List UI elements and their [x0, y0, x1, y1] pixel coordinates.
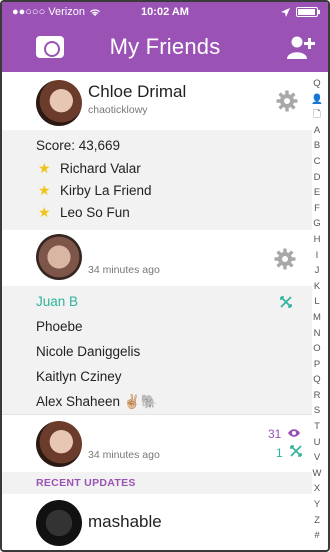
section-label: RECENT UPDATES [36, 477, 136, 489]
gear-icon[interactable] [274, 248, 296, 270]
index-letter[interactable]: X [314, 481, 320, 497]
index-letter[interactable]: Y [314, 497, 320, 513]
friend-name: Kaitlyn Cziney [36, 369, 122, 384]
index-letter[interactable]: 👤 [311, 92, 323, 108]
friend-row-juan[interactable]: Juan B [36, 294, 78, 309]
index-letter[interactable]: P [314, 357, 320, 373]
index-letter[interactable]: F [314, 201, 320, 217]
alphabet-index[interactable]: Q 👤 🗋 A B C D E F G H I J K L M N O P Q R S T U V W X Y Z # [310, 76, 324, 546]
story-stats-card[interactable]: 34 minutes ago 31 1 [2, 414, 312, 472]
screenshot-arrows-icon [280, 296, 292, 308]
index-letter[interactable]: J [315, 263, 320, 279]
score-section: Score: 43,669 ★ Richard Valar ★ Kirby La F… [2, 130, 312, 230]
friend-name: Phoebe [36, 319, 83, 334]
index-letter[interactable]: C [314, 154, 321, 170]
friend-row-alex[interactable]: Alex Shaheen ✌🏼🐘 [36, 394, 157, 410]
story-thumbnail[interactable] [36, 234, 82, 280]
recent-update-mashable[interactable]: mashable [2, 494, 312, 550]
story-card[interactable]: 34 minutes ago [2, 230, 312, 286]
best-friend-row[interactable]: ★ Richard Valar [38, 160, 141, 177]
page-title: My Friends [109, 34, 221, 59]
star-icon: ★ [38, 160, 51, 176]
friends-list: Juan B Phoebe Nicole Daniggelis Kaitlyn … [2, 286, 312, 414]
friend-name: Chloe Drimal [88, 82, 187, 101]
index-letter[interactable]: 🗋 [313, 107, 321, 123]
index-letter[interactable]: M [313, 310, 321, 326]
status-bar: ●●○○○ Verizon 10:02 AM [2, 2, 328, 22]
views-count: 31 [268, 427, 301, 441]
top-bar: ●●○○○ Verizon 10:02 AM My Friends [2, 2, 328, 72]
camera-button[interactable] [36, 36, 64, 58]
friend-username: chaoticklowy [88, 104, 148, 116]
screenshot-arrows-icon [290, 445, 302, 457]
screenshots-value: 1 [276, 446, 283, 460]
story-time: 34 minutes ago [88, 264, 160, 276]
friends-scroll[interactable]: Chloe Drimal chaoticklowy Score: 43,669 [2, 72, 312, 550]
friend-name: Juan B [36, 294, 79, 309]
index-letter[interactable]: G [313, 216, 320, 232]
index-letter[interactable]: V [314, 450, 320, 466]
index-letter[interactable]: Z [314, 513, 320, 529]
avatar[interactable] [36, 500, 82, 546]
friend-row-phoebe[interactable]: Phoebe [36, 319, 83, 334]
header: My Friends [2, 24, 328, 70]
index-letter[interactable]: L [314, 294, 319, 310]
story-time: 34 minutes ago [88, 449, 160, 461]
best-friend-name: Kirby La Friend [60, 183, 152, 198]
star-icon: ★ [38, 182, 51, 198]
index-letter[interactable]: W [313, 466, 322, 482]
index-letter[interactable]: B [314, 138, 320, 154]
index-letter[interactable]: N [314, 326, 321, 342]
status-time: 10:02 AM [141, 6, 189, 18]
index-letter[interactable]: A [314, 123, 320, 139]
index-letter[interactable]: U [314, 435, 321, 451]
best-friend-row[interactable]: ★ Kirby La Friend [38, 182, 152, 199]
index-letter[interactable]: O [313, 341, 320, 357]
best-friend-name: Richard Valar [60, 161, 141, 176]
index-letter[interactable]: S [314, 403, 320, 419]
friend-name: Nicole Daniggelis [36, 344, 141, 359]
index-letter[interactable]: I [316, 248, 319, 264]
friend-row-nicole[interactable]: Nicole Daniggelis [36, 344, 140, 359]
friend-row-kaitlyn[interactable]: Kaitlyn Cziney [36, 369, 122, 384]
star-icon: ★ [38, 204, 51, 220]
battery-icon [296, 7, 320, 17]
screenshots-count: 1 [276, 445, 302, 460]
gear-icon[interactable] [276, 90, 298, 112]
friend-card-chloe[interactable]: Chloe Drimal chaoticklowy Score: 43,669 [2, 72, 312, 230]
index-letter[interactable]: H [314, 232, 321, 248]
eye-icon [287, 429, 300, 437]
add-friend-button[interactable] [286, 34, 316, 60]
index-letter[interactable]: Q [313, 372, 320, 388]
battery-fill [298, 9, 316, 15]
friend-name: Alex Shaheen ✌🏼🐘 [36, 394, 158, 409]
app-frame: ●●○○○ Verizon 10:02 AM My Friends Chloe … [0, 0, 330, 552]
index-letter[interactable]: E [314, 185, 320, 201]
best-friend-row[interactable]: ★ Leo So Fun [38, 204, 130, 221]
score-label: Score: 43,669 [36, 138, 121, 153]
best-friend-name: Leo So Fun [60, 205, 130, 220]
views-value: 31 [268, 427, 282, 441]
index-letter[interactable]: D [314, 170, 321, 186]
index-letter[interactable]: K [314, 279, 320, 295]
index-letter[interactable]: T [314, 419, 320, 435]
index-letter[interactable]: Q [313, 76, 320, 92]
add-user-icon [287, 36, 315, 59]
recent-updates-header: RECENT UPDATES [2, 472, 312, 494]
update-name: mashable [88, 512, 162, 531]
index-letter[interactable]: # [314, 528, 319, 544]
story-thumbnail[interactable] [36, 421, 82, 467]
index-letter[interactable]: R [314, 388, 321, 404]
avatar[interactable] [36, 80, 82, 126]
